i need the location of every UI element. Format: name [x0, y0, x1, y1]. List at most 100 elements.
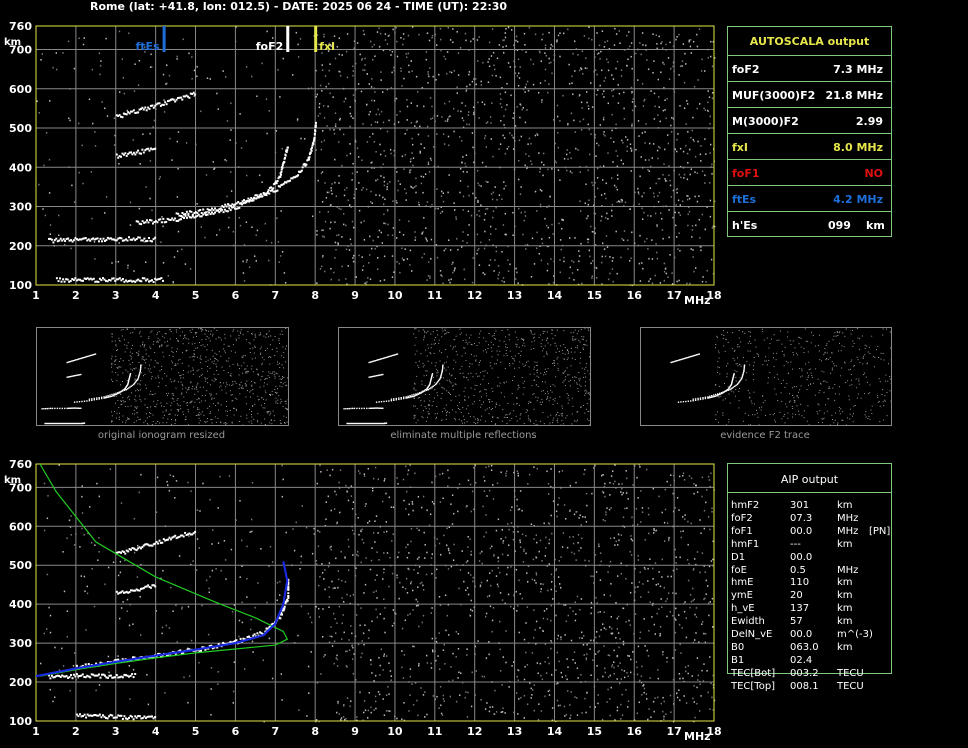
noise-speck [127, 418, 129, 420]
noise-speck [182, 377, 184, 379]
noise-speck [637, 120, 640, 122]
noise-speck [514, 367, 516, 369]
noise-speck [722, 338, 724, 340]
noise-speck [496, 199, 498, 201]
noise-speck [407, 34, 410, 37]
noise-speck [499, 93, 502, 95]
noise-speck [512, 117, 514, 119]
noise-speck [662, 109, 665, 112]
noise-speck [361, 189, 363, 191]
noise-speck [812, 335, 814, 336]
noise-speck [886, 328, 887, 330]
noise-speck [249, 348, 251, 350]
noise-speck [687, 213, 689, 216]
noise-speck [560, 413, 562, 415]
noise-speck [417, 419, 419, 421]
noise-speck [409, 160, 412, 163]
noise-speck [449, 373, 450, 375]
noise-speck [69, 119, 71, 122]
noise-speck [135, 375, 137, 377]
noise-speck [411, 152, 413, 154]
echo-trace-point [139, 369, 142, 371]
noise-speck [786, 360, 788, 362]
noise-speck [486, 395, 488, 397]
noise-speck [43, 164, 45, 167]
noise-speck [657, 201, 660, 203]
noise-speck [391, 71, 393, 74]
echo-trace-point [91, 354, 93, 356]
echo-trace-point [248, 199, 251, 201]
echo-trace-point [379, 407, 381, 409]
noise-speck [482, 350, 484, 352]
noise-speck [271, 394, 273, 396]
noise-speck [647, 214, 649, 217]
noise-speck [254, 255, 256, 257]
noise-speck [410, 122, 413, 124]
noise-speck [143, 375, 144, 377]
noise-speck [559, 120, 561, 122]
noise-speck [467, 405, 469, 407]
noise-speck [528, 401, 530, 403]
noise-speck [204, 400, 206, 402]
noise-speck [506, 414, 508, 416]
noise-speck [562, 381, 564, 383]
noise-speck [658, 35, 660, 38]
noise-speck [135, 400, 137, 402]
noise-speck [638, 193, 640, 195]
autoscala-row-label: fxI [732, 141, 748, 154]
noise-speck [539, 188, 542, 191]
noise-speck [718, 357, 720, 359]
noise-speck [212, 161, 214, 163]
noise-speck [635, 52, 637, 55]
noise-speck [268, 330, 270, 332]
noise-speck [781, 350, 783, 352]
noise-speck [749, 364, 751, 366]
noise-speck [414, 231, 416, 233]
noise-speck [722, 399, 724, 401]
noise-speck [864, 347, 866, 349]
noise-speck [546, 398, 548, 400]
noise-speck [243, 362, 245, 364]
echo-trace-point [162, 217, 165, 220]
noise-speck [864, 354, 866, 356]
noise-speck [854, 405, 856, 406]
noise-speck [279, 367, 281, 368]
noise-speck [528, 366, 530, 368]
noise-speck [635, 148, 637, 151]
noise-speck [630, 150, 633, 152]
noise-speck [346, 154, 348, 157]
noise-speck [587, 370, 589, 372]
echo-trace-point [391, 354, 394, 357]
noise-speck [460, 110, 462, 113]
noise-speck [491, 198, 494, 201]
noise-speck [257, 373, 259, 375]
noise-speck [520, 135, 522, 138]
noise-speck [501, 280, 503, 282]
echo-trace-point [379, 374, 381, 376]
noise-speck [461, 420, 462, 422]
noise-speck [427, 135, 430, 137]
noise-speck [388, 34, 390, 37]
noise-speck [549, 422, 551, 424]
noise-speck [477, 201, 479, 203]
echo-trace-point [188, 96, 191, 99]
noise-speck [120, 366, 122, 368]
noise-speck [711, 97, 714, 100]
noise-speck [319, 112, 321, 115]
noise-speck [248, 409, 250, 410]
noise-speck [122, 421, 124, 423]
noise-speck [321, 64, 323, 66]
noise-speck [583, 35, 586, 37]
y-axis-unit-label: km [4, 37, 21, 48]
noise-speck [557, 146, 559, 149]
noise-speck [630, 147, 632, 150]
noise-speck [442, 200, 445, 203]
noise-speck [553, 360, 555, 362]
noise-speck [278, 261, 280, 263]
noise-speck [130, 405, 132, 407]
noise-speck [363, 220, 365, 222]
noise-speck [491, 335, 493, 337]
noise-speck [146, 417, 148, 419]
autoscala-output-panel: AUTOSCALA output foF2 7.3 MHz MUF(3000)F2 2… [727, 26, 892, 237]
noise-speck [842, 332, 844, 334]
